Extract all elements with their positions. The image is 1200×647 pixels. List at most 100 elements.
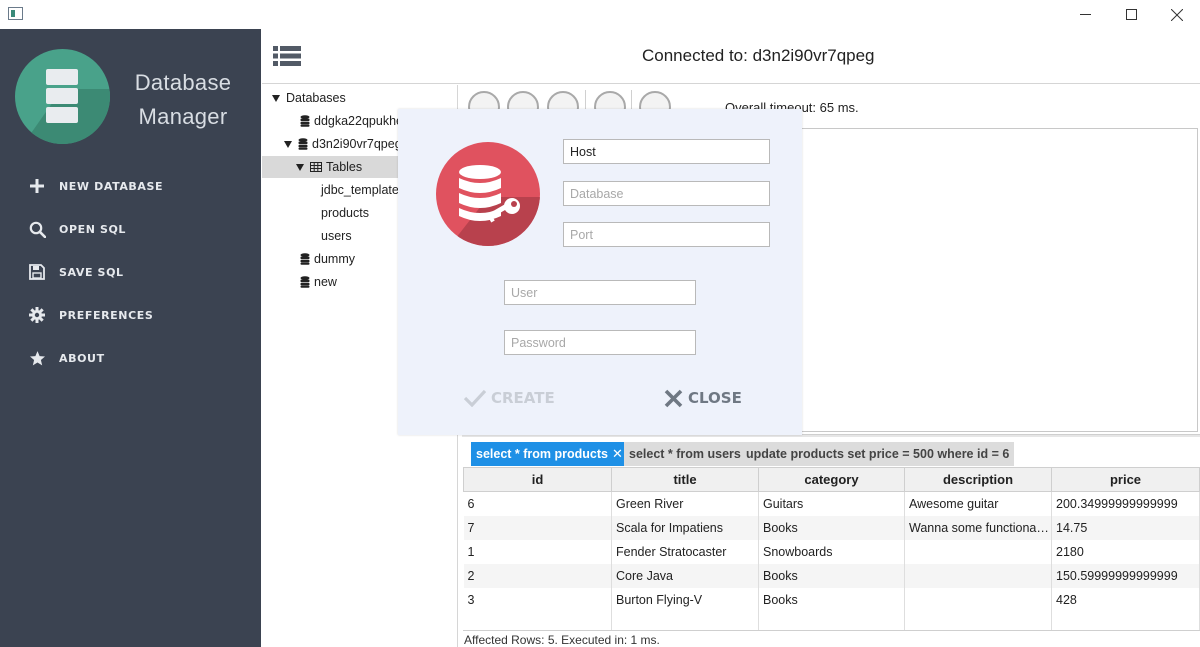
table-cell: 2180 xyxy=(1051,539,1200,564)
app-title-line1: Database xyxy=(134,70,232,95)
maximize-icon xyxy=(1125,9,1137,20)
user-field[interactable] xyxy=(504,280,696,305)
tab-label: update products set price = 500 where id… xyxy=(746,447,1010,461)
table-cell: Burton Flying-V xyxy=(611,587,759,612)
app-window-icon xyxy=(8,7,23,20)
create-label: CREATE xyxy=(491,389,555,407)
results-table: id title category description price 6 Gr… xyxy=(463,467,1200,631)
tab-query-products[interactable]: select * from products ✕ xyxy=(471,442,628,466)
sidebar-item-new-database[interactable]: NEW DATABASE xyxy=(28,175,163,197)
table-cell: 7 xyxy=(463,515,612,540)
table-header-row: id title category description price xyxy=(463,467,1200,492)
check-icon xyxy=(464,389,486,407)
sidebar-item-label: OPEN SQL xyxy=(59,222,127,236)
column-header[interactable]: description xyxy=(904,467,1052,492)
app-title: Database Manager xyxy=(118,66,248,134)
minimize-icon xyxy=(1079,14,1091,15)
close-icon xyxy=(1171,8,1183,21)
table-row[interactable]: 2 Core Java Books 150.59999999999999 xyxy=(463,563,1200,588)
table-row[interactable]: 3 Burton Flying-V Books 428 xyxy=(463,587,1200,612)
create-button[interactable]: CREATE xyxy=(464,387,555,409)
tree-root-databases[interactable]: Databases xyxy=(262,87,458,109)
tree-label: new xyxy=(314,275,337,289)
minimize-button[interactable] xyxy=(1062,0,1108,29)
table-cell: Guitars xyxy=(758,491,905,516)
password-field[interactable] xyxy=(504,330,696,355)
table-cell: 14.75 xyxy=(1051,515,1200,540)
close-button[interactable]: CLOSE xyxy=(664,387,742,409)
tree-label: products xyxy=(321,206,369,220)
close-x-icon xyxy=(664,389,683,407)
maximize-button[interactable] xyxy=(1108,0,1154,29)
close-label: CLOSE xyxy=(688,389,742,407)
table-row[interactable]: 7 Scala for Impatiens Books Wanna some f… xyxy=(463,515,1200,540)
menu-list-icon[interactable] xyxy=(273,45,301,67)
host-field[interactable] xyxy=(563,139,770,164)
table-cell: 428 xyxy=(1051,587,1200,612)
app-logo-icon xyxy=(15,49,110,144)
sidebar-item-label: SAVE SQL xyxy=(59,265,124,279)
expand-arrow-icon[interactable] xyxy=(296,163,304,171)
database-icon xyxy=(298,138,308,150)
tree-label: Tables xyxy=(326,160,363,174)
table-cell xyxy=(904,539,1052,564)
database-icon xyxy=(300,115,310,127)
table-cell: 150.59999999999999 xyxy=(1051,563,1200,588)
column-header[interactable]: id xyxy=(463,467,612,492)
table-row[interactable]: 1 Fender Stratocaster Snowboards 2180 xyxy=(463,539,1200,564)
expand-arrow-icon[interactable] xyxy=(284,140,292,148)
query-tabs: select * from products ✕ select * from u… xyxy=(463,439,1200,467)
connect-database-dialog: CREATE CLOSE xyxy=(398,109,802,435)
title-bar xyxy=(0,0,1200,29)
port-field[interactable] xyxy=(563,222,770,247)
column-header[interactable]: category xyxy=(758,467,905,492)
table-cell: Wanna some functional ... xyxy=(904,515,1052,540)
tree-label: d3n2i90vr7qpeg xyxy=(312,137,402,151)
database-icon xyxy=(300,276,310,288)
column-header[interactable]: price xyxy=(1051,467,1200,492)
table-cell: Awesome guitar xyxy=(904,491,1052,516)
table-cell: 2 xyxy=(463,563,612,588)
database-key-icon xyxy=(436,142,540,246)
tab-query-users[interactable]: select * from users xyxy=(624,442,746,466)
tree-label: dummy xyxy=(314,252,355,266)
header-bar: Connected to: d3n2i90vr7qpeg xyxy=(262,29,1200,84)
column-header[interactable]: title xyxy=(611,467,759,492)
search-icon xyxy=(28,220,46,238)
tree-label: Databases xyxy=(286,91,346,105)
close-window-button[interactable] xyxy=(1154,0,1200,29)
database-icon xyxy=(300,253,310,265)
table-cell: 200.34999999999999 xyxy=(1051,491,1200,516)
tab-query-update[interactable]: update products set price = 500 where id… xyxy=(741,442,1015,466)
sidebar-item-preferences[interactable]: PREFERENCES xyxy=(28,304,153,326)
table-cell xyxy=(904,563,1052,588)
table-cell: Green River xyxy=(611,491,759,516)
sidebar-item-label: NEW DATABASE xyxy=(59,179,164,193)
table-row[interactable]: 6 Green River Guitars Awesome guitar 200… xyxy=(463,491,1200,516)
plus-icon xyxy=(28,177,46,195)
table-cell xyxy=(904,587,1052,612)
sidebar-item-open-sql[interactable]: OPEN SQL xyxy=(28,218,126,240)
app-window: Database Manager NEW DATABASE OPEN SQL S… xyxy=(0,0,1200,647)
sidebar-item-save-sql[interactable]: SAVE SQL xyxy=(28,261,124,283)
sidebar-item-label: PREFERENCES xyxy=(59,308,154,322)
table-cell: Fender Stratocaster xyxy=(611,539,759,564)
status-bar: Affected Rows: 5. Executed in: 1 ms. xyxy=(463,630,1200,647)
table-cell: Books xyxy=(758,515,905,540)
expand-arrow-icon[interactable] xyxy=(272,94,280,102)
gear-icon xyxy=(28,306,46,324)
table-cell: 3 xyxy=(463,587,612,612)
database-field[interactable] xyxy=(563,181,770,206)
table-icon xyxy=(310,162,322,172)
table-cell: Core Java xyxy=(611,563,759,588)
empty-table-row xyxy=(463,611,1200,631)
tab-label: select * from users xyxy=(629,447,741,461)
connection-status: Connected to: d3n2i90vr7qpeg xyxy=(642,46,875,65)
sidebar-item-about[interactable]: ABOUT xyxy=(28,347,105,369)
tree-label: jdbc_template xyxy=(321,183,399,197)
table-cell: Scala for Impatiens xyxy=(611,515,759,540)
close-tab-icon[interactable]: ✕ xyxy=(612,446,623,462)
table-cell: Books xyxy=(758,563,905,588)
floppy-icon xyxy=(28,263,46,281)
app-title-line2: Manager xyxy=(138,104,228,129)
